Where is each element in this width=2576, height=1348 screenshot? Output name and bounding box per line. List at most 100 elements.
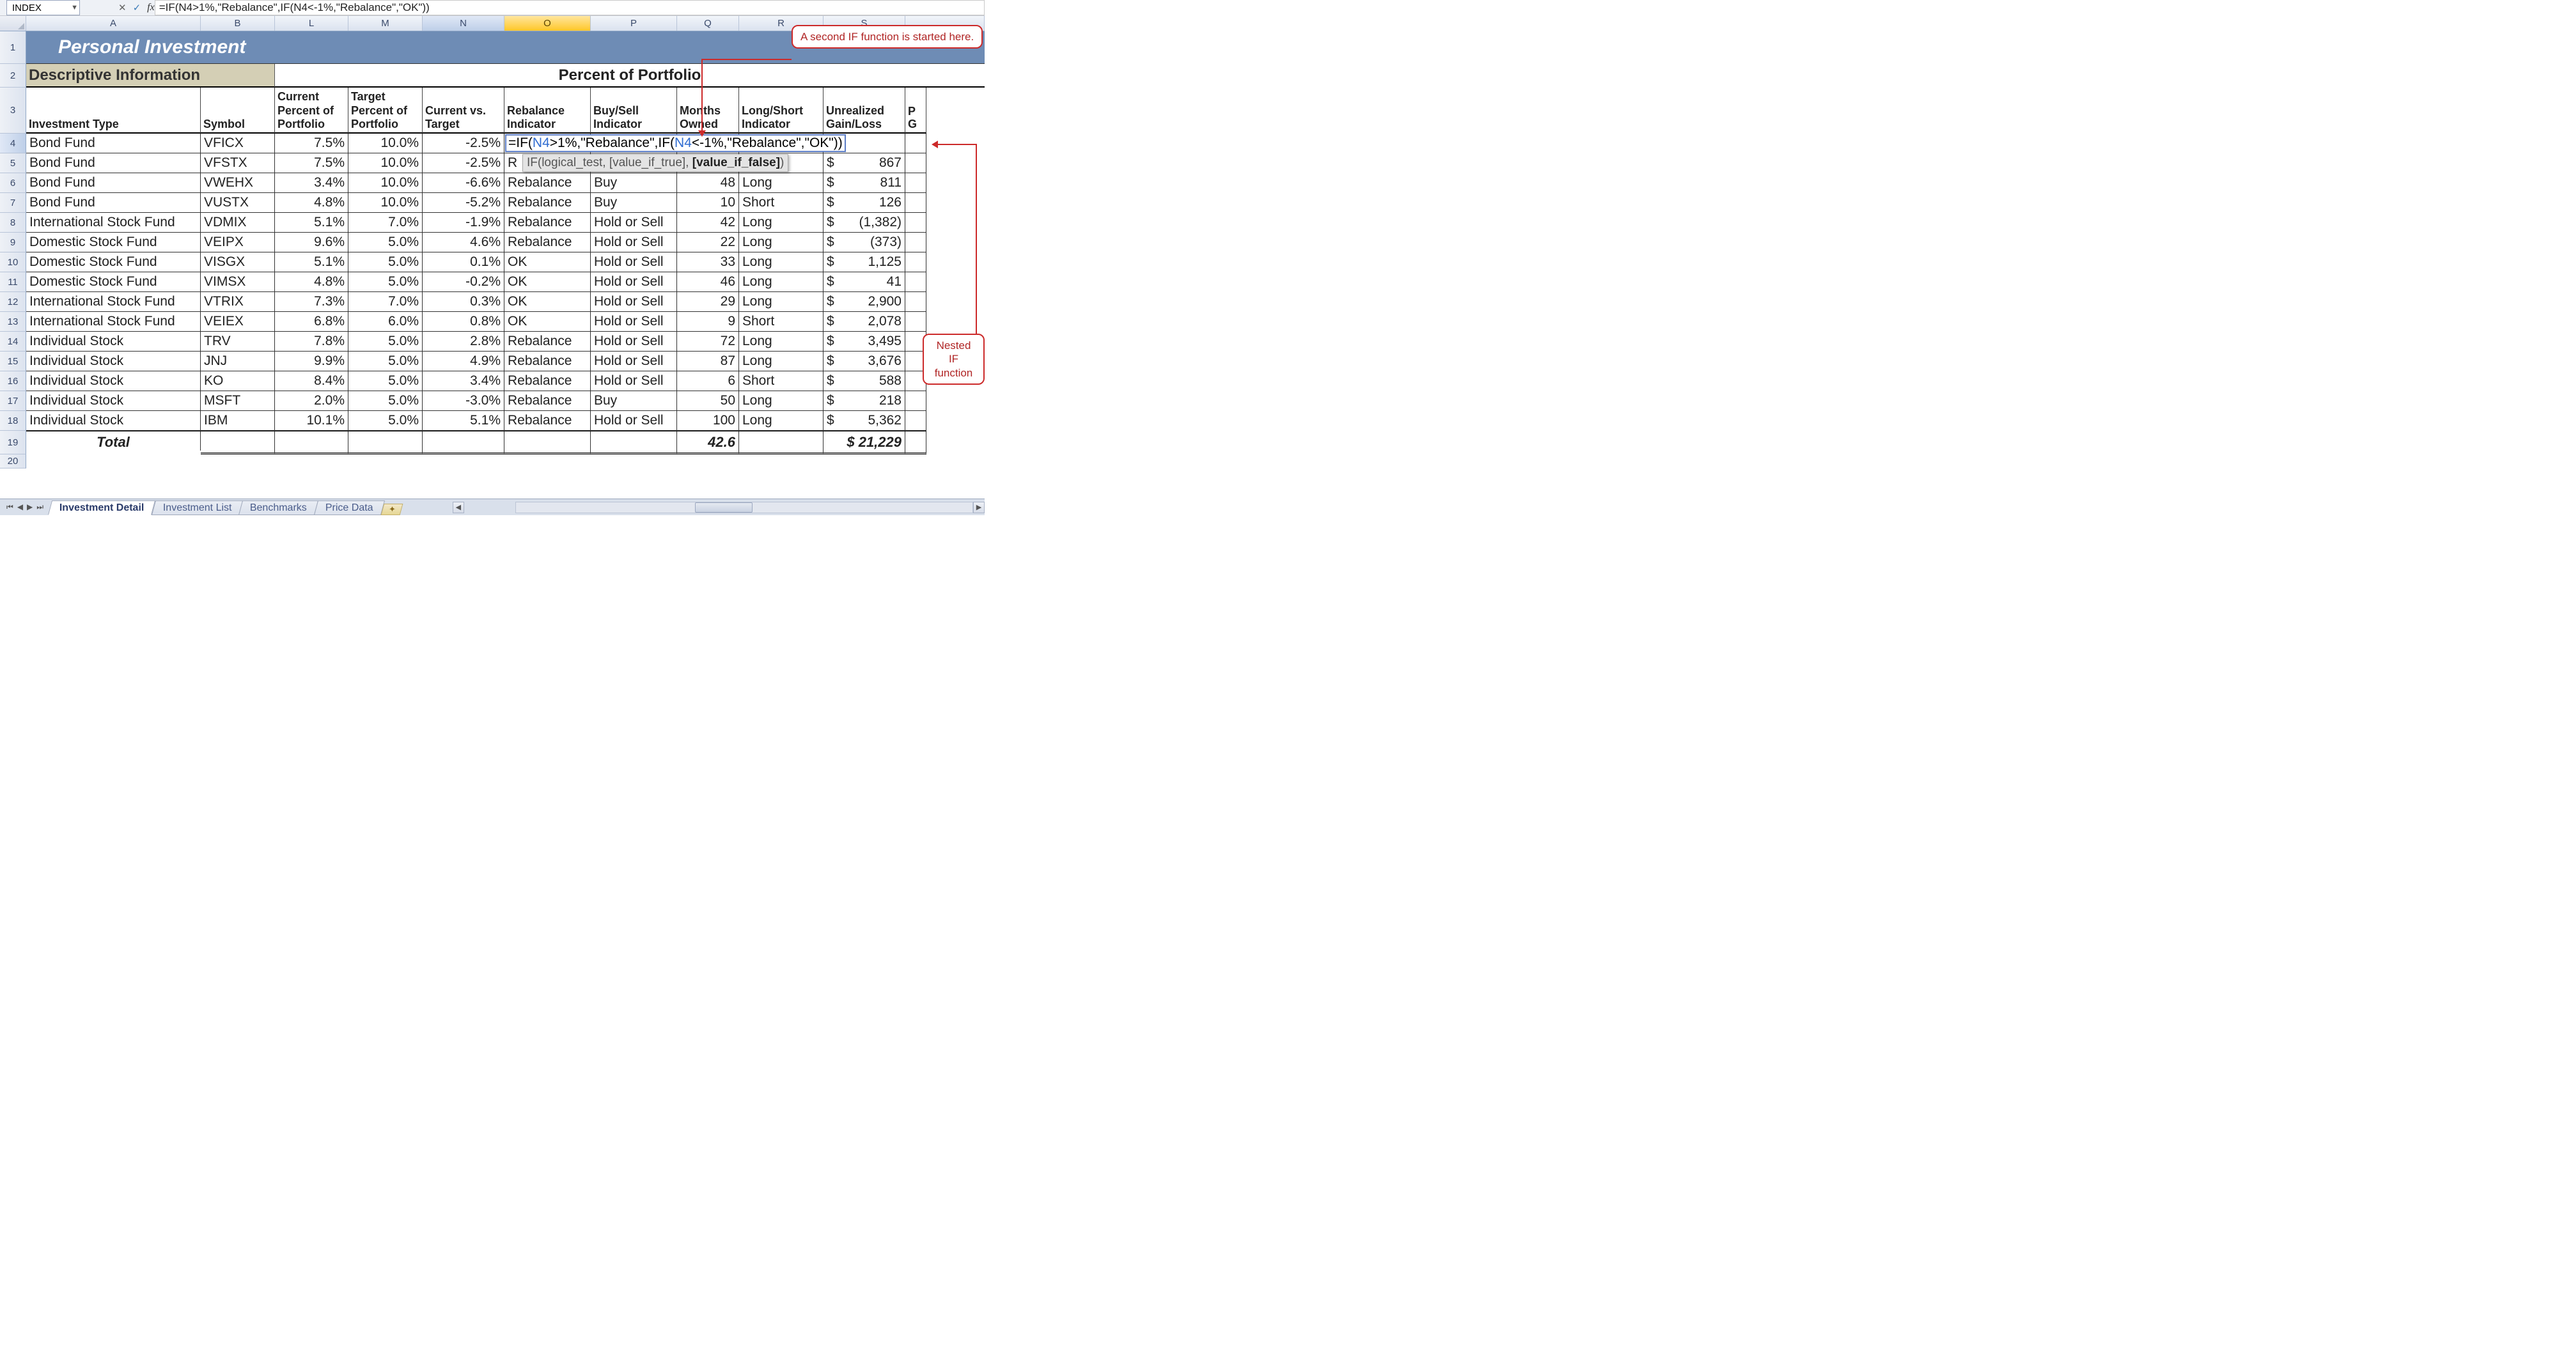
cell[interactable]: Long bbox=[739, 252, 824, 272]
cell[interactable]: 72 bbox=[677, 332, 739, 352]
cell[interactable]: 10.0% bbox=[348, 134, 423, 153]
tab-next-icon[interactable]: ▶ bbox=[27, 502, 33, 512]
cell[interactable]: 0.3% bbox=[423, 292, 504, 312]
cell[interactable] bbox=[905, 173, 926, 193]
cell[interactable]: $(1,382) bbox=[824, 213, 905, 233]
cell[interactable]: 5.1% bbox=[423, 411, 504, 431]
cell[interactable]: Individual Stock bbox=[26, 391, 201, 411]
cell[interactable] bbox=[905, 193, 926, 213]
cell[interactable]: Rebalance bbox=[504, 233, 591, 252]
cell[interactable]: 7.3% bbox=[275, 292, 348, 312]
cell[interactable]: 2.0% bbox=[275, 391, 348, 411]
cell[interactable]: -2.5% bbox=[423, 153, 504, 173]
row-header-4[interactable]: 4 bbox=[0, 134, 26, 153]
fx-icon[interactable]: fx bbox=[147, 2, 155, 13]
cell[interactable] bbox=[905, 153, 926, 173]
cell[interactable]: Long bbox=[739, 352, 824, 371]
cell[interactable]: Hold or Sell bbox=[591, 272, 677, 292]
cell[interactable]: 6.0% bbox=[348, 312, 423, 332]
cell[interactable]: 33 bbox=[677, 252, 739, 272]
cell[interactable]: 5.0% bbox=[348, 352, 423, 371]
cell[interactable]: Long bbox=[739, 391, 824, 411]
cell[interactable]: VFSTX bbox=[201, 153, 275, 173]
cell[interactable]: 7.0% bbox=[348, 213, 423, 233]
cell[interactable]: Hold or Sell bbox=[591, 411, 677, 431]
row-header-19[interactable]: 19 bbox=[0, 431, 26, 454]
row-header-10[interactable]: 10 bbox=[0, 252, 26, 272]
cell[interactable]: Short bbox=[739, 371, 824, 391]
cell[interactable]: 4.9% bbox=[423, 352, 504, 371]
cell[interactable]: Long bbox=[739, 332, 824, 352]
col-header-Q[interactable]: Q bbox=[677, 16, 739, 31]
row-header-8[interactable]: 8 bbox=[0, 213, 26, 233]
cell[interactable]: Buy bbox=[591, 391, 677, 411]
cell[interactable]: 5.0% bbox=[348, 332, 423, 352]
name-box-dropdown-icon[interactable]: ▼ bbox=[71, 4, 78, 12]
cell[interactable]: Rebalance bbox=[504, 173, 591, 193]
tab-benchmarks[interactable]: Benchmarks bbox=[238, 500, 318, 515]
cell[interactable]: Individual Stock bbox=[26, 352, 201, 371]
cell[interactable]: Domestic Stock Fund bbox=[26, 233, 201, 252]
tab-prev-icon[interactable]: ◀ bbox=[17, 502, 23, 512]
cell[interactable]: KO bbox=[201, 371, 275, 391]
cell[interactable]: -2.5% bbox=[423, 134, 504, 153]
cell[interactable]: Rebalance bbox=[504, 213, 591, 233]
cell[interactable]: 5.1% bbox=[275, 252, 348, 272]
cell[interactable]: 6.8% bbox=[275, 312, 348, 332]
cell[interactable]: VIMSX bbox=[201, 272, 275, 292]
cell[interactable]: 7.8% bbox=[275, 332, 348, 352]
cell[interactable] bbox=[905, 272, 926, 292]
cell[interactable]: $41 bbox=[824, 272, 905, 292]
cell[interactable]: $867 bbox=[824, 153, 905, 173]
cell[interactable]: $3,495 bbox=[824, 332, 905, 352]
cell[interactable]: Rebalance bbox=[504, 332, 591, 352]
cell[interactable]: VFICX bbox=[201, 134, 275, 153]
cell[interactable]: Rebalance bbox=[504, 193, 591, 213]
cell[interactable]: Long bbox=[739, 213, 824, 233]
cell[interactable]: 0.1% bbox=[423, 252, 504, 272]
cell[interactable]: 10.1% bbox=[275, 411, 348, 431]
cell[interactable]: 2.8% bbox=[423, 332, 504, 352]
cell[interactable]: 29 bbox=[677, 292, 739, 312]
cell[interactable]: Hold or Sell bbox=[591, 352, 677, 371]
cell[interactable]: Individual Stock bbox=[26, 371, 201, 391]
col-header-O[interactable]: O bbox=[504, 16, 591, 31]
row-header-11[interactable]: 11 bbox=[0, 272, 26, 292]
cell[interactable]: Bond Fund bbox=[26, 193, 201, 213]
cell[interactable]: -6.6% bbox=[423, 173, 504, 193]
cell[interactable]: VISGX bbox=[201, 252, 275, 272]
col-header-M[interactable]: M bbox=[348, 16, 423, 31]
cell[interactable]: $(373) bbox=[824, 233, 905, 252]
cell[interactable]: Hold or Sell bbox=[591, 332, 677, 352]
cell[interactable]: 9.9% bbox=[275, 352, 348, 371]
col-header-L[interactable]: L bbox=[275, 16, 348, 31]
horizontal-scrollbar[interactable] bbox=[515, 502, 973, 513]
row-header-20[interactable]: 20 bbox=[0, 454, 26, 469]
cell[interactable] bbox=[905, 411, 926, 431]
select-all-corner[interactable] bbox=[0, 16, 26, 31]
cell[interactable]: 10.0% bbox=[348, 193, 423, 213]
cell[interactable]: 3.4% bbox=[275, 173, 348, 193]
cell[interactable]: $811 bbox=[824, 173, 905, 193]
cell[interactable]: VWEHX bbox=[201, 173, 275, 193]
col-header-N[interactable]: N bbox=[423, 16, 504, 31]
col-header-P[interactable]: P bbox=[591, 16, 677, 31]
col-header-B[interactable]: B bbox=[201, 16, 275, 31]
cell[interactable]: VEIPX bbox=[201, 233, 275, 252]
cell-edit-overlay[interactable]: =IF(N4>1%,"Rebalance",IF(N4<-1%,"Rebalan… bbox=[505, 134, 846, 152]
cell[interactable] bbox=[905, 252, 926, 272]
row-header-1[interactable]: 1 bbox=[0, 31, 26, 64]
cell[interactable]: 42 bbox=[677, 213, 739, 233]
cell[interactable]: 5.0% bbox=[348, 411, 423, 431]
cell[interactable]: Hold or Sell bbox=[591, 312, 677, 332]
cell[interactable]: VUSTX bbox=[201, 193, 275, 213]
cell[interactable]: VDMIX bbox=[201, 213, 275, 233]
cell[interactable]: 5.0% bbox=[348, 233, 423, 252]
cell[interactable]: 4.8% bbox=[275, 193, 348, 213]
cell[interactable]: 10.0% bbox=[348, 153, 423, 173]
cell[interactable]: Hold or Sell bbox=[591, 233, 677, 252]
cell[interactable]: Bond Fund bbox=[26, 153, 201, 173]
cell[interactable]: 7.5% bbox=[275, 134, 348, 153]
row-header-9[interactable]: 9 bbox=[0, 233, 26, 252]
cell[interactable]: -3.0% bbox=[423, 391, 504, 411]
